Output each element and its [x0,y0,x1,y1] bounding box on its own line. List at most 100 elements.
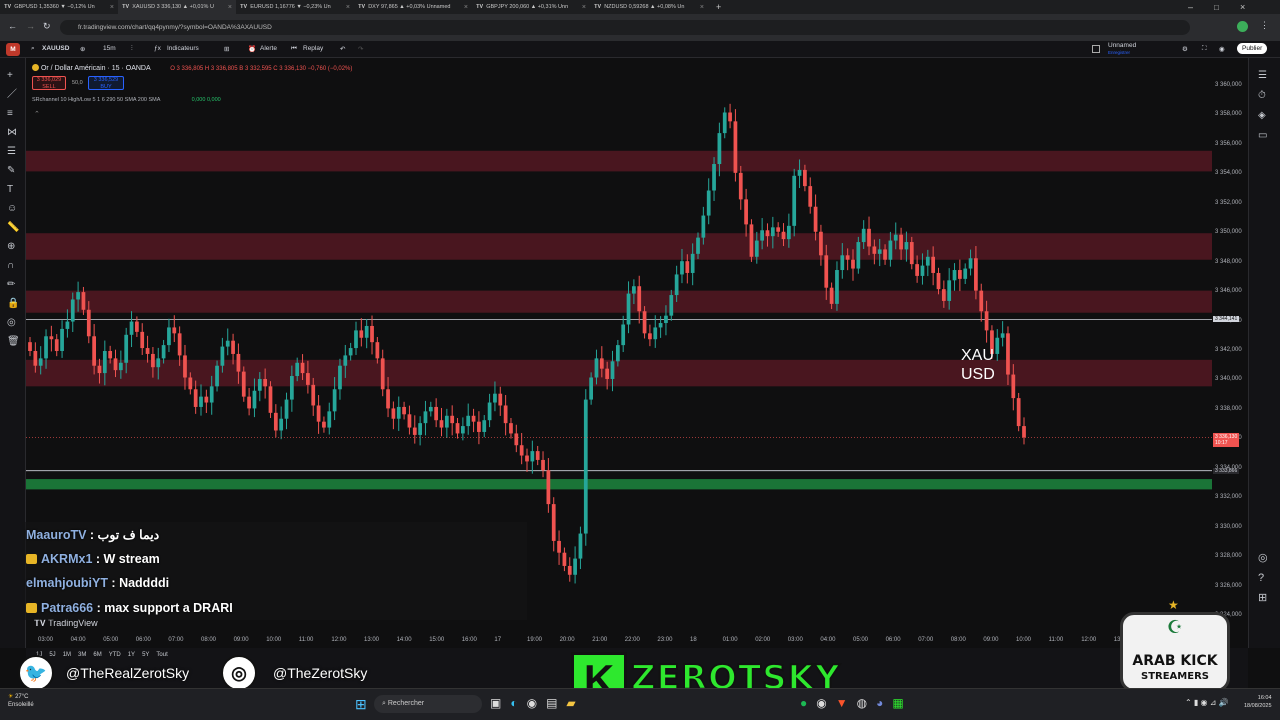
explorer-icon[interactable]: ▰ [566,696,575,710]
brush-icon[interactable]: ✎ [7,161,20,180]
grid-apps-icon[interactable]: ⊞ [1258,588,1268,608]
fullscreen-icon[interactable]: ⛶ [1202,45,1207,53]
back-icon[interactable]: ← [8,21,17,31]
store-icon[interactable]: ▤ [546,696,557,710]
undo-icon[interactable]: ↶ [340,45,345,53]
chrome-app-icon[interactable]: ◉ [816,696,826,710]
pattern-icon[interactable]: ⋈ [7,123,20,142]
eye-icon[interactable]: ◎ [7,313,20,332]
settings-icon[interactable]: ⚙ [1182,45,1188,53]
horizontal-lines-icon[interactable]: ≡ [7,104,20,123]
price-axis[interactable]: 3 360,000 3 358,000 3 356,000 3 354,000 3 35… [1212,58,1248,633]
layout-checkbox[interactable] [1092,45,1100,53]
close-tab-icon[interactable]: × [582,4,586,11]
zoom-icon[interactable]: ⊕ [7,237,20,256]
symbol-search-button[interactable]: XAUUSD [42,45,69,52]
candle-body [653,327,658,340]
close-tab-icon[interactable]: × [346,4,350,11]
alert-button[interactable]: Alerte [260,45,277,52]
compare-symbol-icon[interactable]: ⊕ [80,45,85,53]
url-input[interactable]: fr.tradingview.com/chart/qq4pynmy/?symbo… [60,20,1190,35]
range-button[interactable]: 5J [49,652,55,658]
close-tab-icon[interactable]: × [700,4,704,11]
minimize-window-icon[interactable]: – [1188,2,1193,12]
browser-tab[interactable]: 𝐓𝐕 NZDUSD 0,59268 ▲ +0,08% Un × [590,0,708,14]
close-tab-icon[interactable]: × [110,4,114,11]
browser-menu-icon[interactable]: ⋮ [1260,20,1269,31]
start-icon[interactable]: ⊞ [355,696,367,713]
close-tab-icon[interactable]: × [464,4,468,11]
magnet-icon[interactable]: ∩ [7,256,20,275]
clock[interactable]: 16:04 18/08/2025 [1244,694,1272,710]
browser-tab-active[interactable]: 𝐓𝐕 XAUUSD 3 336,130 ▲ +0,01% U × [118,0,236,14]
range-button[interactable]: 6M [93,652,101,658]
user-avatar[interactable]: M [6,43,20,56]
alert-icon[interactable]: ⏰ [248,45,256,53]
browser-tab[interactable]: 𝐓𝐕 GBPUSD 1,35360 ▼ −0,12% Un × [0,0,118,14]
maximize-window-icon[interactable]: □ [1214,3,1219,12]
spotify-icon[interactable]: ● [800,696,807,710]
close-tab-icon[interactable]: × [228,4,232,11]
help-icon[interactable]: ? [1258,568,1268,588]
replay-button[interactable]: Replay [303,45,323,52]
forward-icon[interactable]: → [26,21,35,31]
alerts-clock-icon[interactable]: ⏱ [1258,86,1267,106]
publish-button[interactable]: Publier [1237,43,1268,54]
edge-icon[interactable]: ◐ [510,696,517,710]
ruler-icon[interactable]: 📏 [7,218,20,237]
price-tick-label: 3 358,000 [1215,111,1242,118]
range-button[interactable]: 1Y [128,652,135,658]
redo-icon[interactable]: ↷ [358,45,363,53]
chrome-icon[interactable]: ◉ [527,696,537,710]
range-button[interactable]: Tout [156,652,167,658]
layout-grid-icon[interactable]: ⊞ [224,45,229,53]
snapshot-icon[interactable]: ◉ [1219,45,1225,53]
indicators-icon[interactable]: ƒx [154,45,161,52]
range-button[interactable]: 3M [78,652,86,658]
browser-tab[interactable]: 𝐓𝐕 GBPJPY 200,060 ▲ +0,31% Unn × [472,0,590,14]
layers-icon[interactable]: ◈ [1258,106,1267,126]
range-button[interactable]: 5Y [142,652,149,658]
time-axis[interactable]: 03:00 04:00 05:00 06:00 07:00 08:00 09:00 10:00… [26,633,1248,648]
task-view-icon[interactable]: ▣ [490,696,501,710]
crosshair-icon[interactable]: + [7,66,20,85]
search-icon[interactable]: ⌕ [31,45,35,53]
reload-icon[interactable]: ↻ [43,21,51,32]
range-button[interactable]: 1M [63,652,71,658]
system-tray[interactable]: ⌃ ▮ ◉ ⊿ 🔊 [1185,698,1229,707]
fib-icon[interactable]: ☰ [7,142,20,161]
buy-button[interactable]: 3 336,529 BUY [88,76,124,90]
candle-body [289,376,294,400]
trendline-icon[interactable]: ／ [7,85,20,104]
target-icon[interactable]: ◎ [1258,548,1268,568]
weather-widget[interactable]: ☀ 27°C Ensoleillé [8,693,34,709]
sell-button[interactable]: 3 336,029 SELL [32,76,66,90]
app-icon[interactable]: ▦ [892,696,903,710]
indicators-button[interactable]: Indicateurs [167,45,199,52]
close-window-icon[interactable]: × [1240,2,1245,12]
obs-icon[interactable]: ◍ [857,696,867,710]
chat-icon[interactable]: ▭ [1258,126,1267,146]
interval-button[interactable]: 15m [103,45,116,52]
watchlist-icon[interactable]: ☰ [1258,66,1267,86]
taskbar-search[interactable]: ⌕ Rechercher [374,695,482,713]
profile-avatar[interactable] [1237,21,1248,32]
text-icon[interactable]: T [7,180,20,199]
trash-icon[interactable]: 🗑 [7,332,20,351]
browser-tab[interactable]: 𝐓𝐕 DXY 97,865 ▲ +0,03% Unnamed × [354,0,472,14]
new-tab-icon[interactable]: + [716,2,721,12]
replay-icon[interactable]: ⏮ [291,45,297,53]
brave-icon[interactable]: ▼ [836,696,848,710]
candle-body [225,340,230,347]
chart-type-icon[interactable]: ⫶ [131,45,133,53]
lock-icon[interactable]: 🔒 [7,294,20,313]
discord-icon[interactable]: ◕ [876,696,883,710]
candle-body [904,242,909,250]
layout-name[interactable]: Unnamed [1108,42,1136,49]
range-button[interactable]: YTD [109,652,121,658]
collapse-legend-icon[interactable]: ⌃ [34,110,40,118]
indicator-legend[interactable]: SRchannel 10 High/Low 5 1 6 290 50 SMA 2… [32,97,221,103]
emoji-icon[interactable]: ☺ [7,199,20,218]
browser-tab[interactable]: 𝐓𝐕 EURUSD 1,16776 ▼ −0,23% Un × [236,0,354,14]
lock-drawing-icon[interactable]: ✏ [7,275,20,294]
